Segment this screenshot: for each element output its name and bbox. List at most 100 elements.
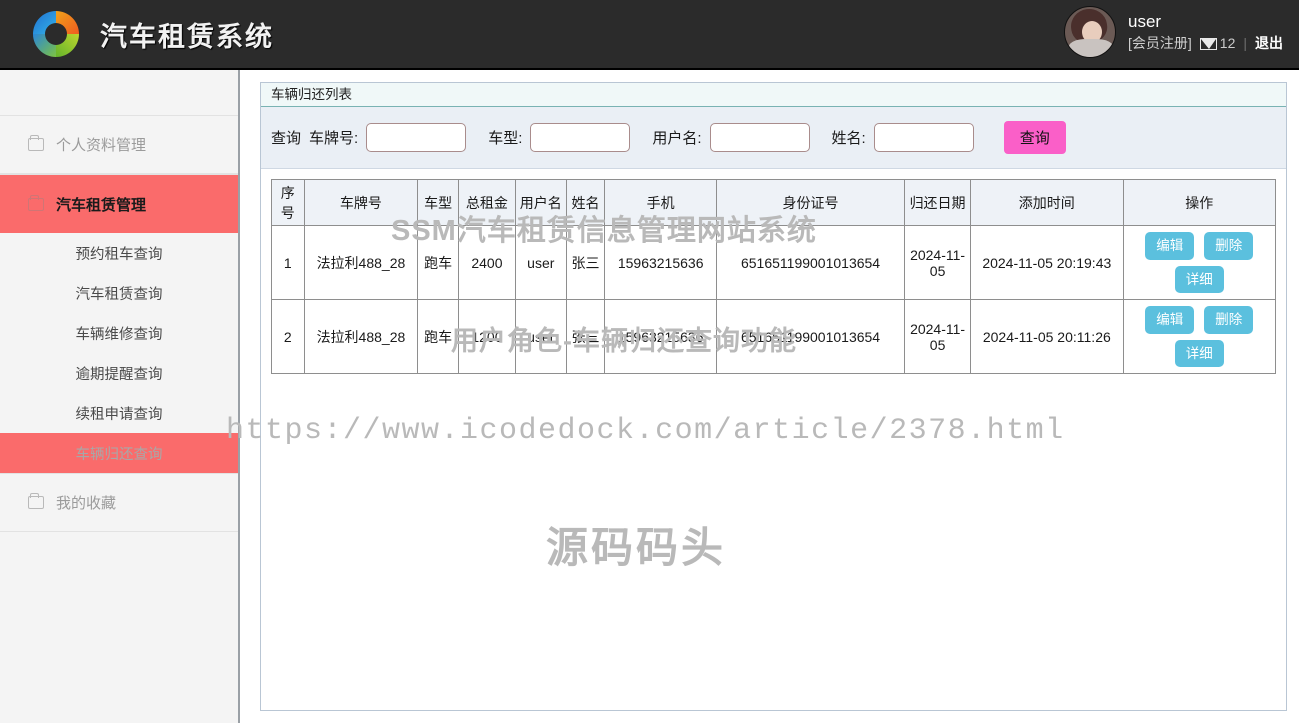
watermark-url: https://www.icodedock.com/article/2378.h… (226, 414, 1065, 448)
main-content: 车辆归还列表 查询 车牌号: 车型: 用户名: 姓名: 查询 序号 车牌号 车型… (226, 70, 1299, 723)
table-header: 序号 车牌号 车型 总租金 用户名 姓名 手机 身份证号 归还日期 添加时间 操… (271, 179, 1277, 226)
table-container: 序号 车牌号 车型 总租金 用户名 姓名 手机 身份证号 归还日期 添加时间 操… (226, 169, 1286, 571)
cell-totalfee: 2400 (457, 224, 516, 301)
link-separator: | (1243, 35, 1247, 52)
message-count-wrap[interactable]: 12 (1199, 35, 1236, 53)
edit-button[interactable]: 编辑 (1145, 232, 1195, 260)
operations-wrap: 编辑 删除 详细 (1124, 226, 1275, 299)
col-returndate: 归还日期 (904, 179, 972, 226)
cell-name: 张三 (565, 224, 606, 301)
avatar[interactable] (1064, 6, 1116, 58)
sidebar-item-overdue-query[interactable]: 逾期提醒查询 (0, 353, 238, 393)
cell-index: 1 (271, 224, 305, 301)
user-area: user [会员注册] 12 | 退出 (1064, 6, 1283, 58)
watermark-site: 源码码头 (546, 524, 727, 571)
col-totalfee: 总租金 (457, 179, 516, 226)
vehicle-return-table: 序号 车牌号 车型 总租金 用户名 姓名 手机 身份证号 归还日期 添加时间 操… (271, 179, 1277, 375)
search-input-username[interactable] (709, 123, 810, 152)
sidebar: 个人资料管理 汽车租赁管理 预约租车查询 汽车租赁查询 车辆维修查询 逾期提醒查… (0, 70, 240, 723)
search-input-name[interactable] (873, 123, 974, 152)
table-row: 2 法拉利488_28 跑车 1200 user 张三 15963215636 … (271, 299, 1277, 375)
search-input-cartype[interactable] (530, 123, 631, 152)
sidebar-group-rental: 汽车租赁管理 预约租车查询 汽车租赁查询 车辆维修查询 逾期提醒查询 续租申请查… (0, 174, 238, 473)
col-name: 姓名 (565, 179, 606, 226)
sidebar-item-booking-query[interactable]: 预约租车查询 (0, 233, 238, 273)
table-row: 1 法拉利488_28 跑车 2400 user 张三 15963215636 … (271, 224, 1277, 301)
col-idnumber: 身份证号 (716, 179, 906, 226)
sidebar-group-favorites: 我的收藏 (0, 473, 238, 532)
col-cartype: 车型 (417, 179, 459, 226)
sidebar-item-label: 个人资料管理 (56, 137, 147, 154)
search-input-plate[interactable] (366, 123, 467, 152)
cell-cartype: 跑车 (417, 224, 459, 301)
page-body: 个人资料管理 汽车租赁管理 预约租车查询 汽车租赁查询 车辆维修查询 逾期提醒查… (0, 70, 1299, 723)
sidebar-item-profile[interactable]: 个人资料管理 (0, 116, 238, 174)
logout-link[interactable]: 退出 (1255, 35, 1283, 53)
col-addtime: 添加时间 (970, 179, 1124, 226)
col-operations: 操作 (1122, 179, 1277, 226)
cell-cartype: 跑车 (417, 299, 459, 375)
cell-index: 2 (271, 299, 305, 375)
col-index: 序号 (271, 179, 305, 226)
cell-addtime: 2024-11-05 20:19:43 (970, 224, 1124, 301)
brand-title: 汽车租赁系统 (100, 21, 274, 52)
filter-bar: 查询 车牌号: 车型: 用户名: 姓名: 查询 (261, 107, 1286, 169)
brand: 汽车租赁系统 (0, 8, 274, 60)
cell-username: user (514, 224, 567, 301)
user-links: [会员注册] 12 | 退出 (1128, 35, 1283, 53)
cell-totalfee: 1200 (457, 299, 516, 375)
cell-plate: 法拉利488_28 (303, 224, 419, 301)
sidebar-item-favorites[interactable]: 我的收藏 (0, 474, 238, 532)
delete-button[interactable]: 删除 (1204, 306, 1254, 334)
return-list-panel: 车辆归还列表 查询 车牌号: 车型: 用户名: 姓名: 查询 序号 车牌号 车型… (226, 82, 1287, 711)
table-body: 1 法拉利488_28 跑车 2400 user 张三 15963215636 … (271, 224, 1277, 375)
filter-prefix-label: 查询 (271, 130, 302, 147)
sidebar-item-label: 我的收藏 (56, 495, 117, 512)
filter-label-name: 姓名: (831, 130, 866, 147)
col-username: 用户名 (514, 179, 567, 226)
query-button[interactable]: 查询 (1003, 121, 1066, 154)
detail-button[interactable]: 详细 (1174, 265, 1224, 294)
detail-button[interactable]: 详细 (1174, 339, 1224, 368)
sidebar-item-rental-query[interactable]: 汽车租赁查询 (0, 273, 238, 313)
user-texts: user [会员注册] 12 | 退出 (1128, 11, 1283, 53)
table-header-row: 序号 车牌号 车型 总租金 用户名 姓名 手机 身份证号 归还日期 添加时间 操… (271, 179, 1277, 226)
cell-phone: 15963215636 (604, 299, 718, 375)
cell-phone: 15963215636 (604, 224, 718, 301)
folder-icon (28, 135, 44, 151)
operations-wrap: 编辑 删除 详细 (1124, 300, 1275, 373)
cell-username: user (514, 299, 567, 375)
sidebar-item-label: 汽车租赁管理 (56, 196, 147, 214)
folder-icon (28, 493, 44, 509)
filter-label-username: 用户名: (652, 130, 702, 147)
sidebar-item-renewal-query[interactable]: 续租申请查询 (0, 393, 238, 433)
sidebar-item-return-query[interactable]: 车辆归还查询 (0, 433, 238, 473)
cell-idnumber: 651651199001013654 (716, 224, 906, 301)
panel-title: 车辆归还列表 (261, 83, 1286, 107)
edit-button[interactable]: 编辑 (1145, 306, 1195, 334)
sidebar-item-maintenance-query[interactable]: 车辆维修查询 (0, 313, 238, 353)
delete-button[interactable]: 删除 (1204, 232, 1254, 260)
cell-name: 张三 (565, 299, 606, 375)
cell-operations: 编辑 删除 详细 (1122, 224, 1277, 301)
envelope-icon (1199, 38, 1217, 51)
folder-icon (28, 194, 44, 211)
sidebar-group-profile: 个人资料管理 (0, 115, 238, 174)
sidebar-submenu: 预约租车查询 汽车租赁查询 车辆维修查询 逾期提醒查询 续租申请查询 车辆归还查… (0, 233, 238, 473)
cell-idnumber: 651651199001013654 (716, 299, 906, 375)
user-name: user (1128, 12, 1162, 32)
cell-operations: 编辑 删除 详细 (1122, 299, 1277, 375)
register-link[interactable]: [会员注册] (1128, 35, 1192, 53)
color-ring-logo-icon (30, 8, 82, 60)
cell-addtime: 2024-11-05 20:11:26 (970, 299, 1124, 375)
filter-label-plate: 车牌号: (309, 130, 359, 147)
cell-plate: 法拉利488_28 (303, 299, 419, 375)
message-count: 12 (1219, 35, 1236, 52)
cell-returndate: 2024-11-05 (904, 299, 972, 375)
cell-returndate: 2024-11-05 (904, 224, 972, 301)
col-plate: 车牌号 (303, 179, 419, 226)
sidebar-item-rental-management[interactable]: 汽车租赁管理 (0, 175, 238, 233)
top-header-bar: 汽车租赁系统 user [会员注册] 12 | 退出 (0, 0, 1299, 70)
avatar-body (1069, 39, 1113, 57)
filter-label-cartype: 车型: (488, 130, 523, 147)
